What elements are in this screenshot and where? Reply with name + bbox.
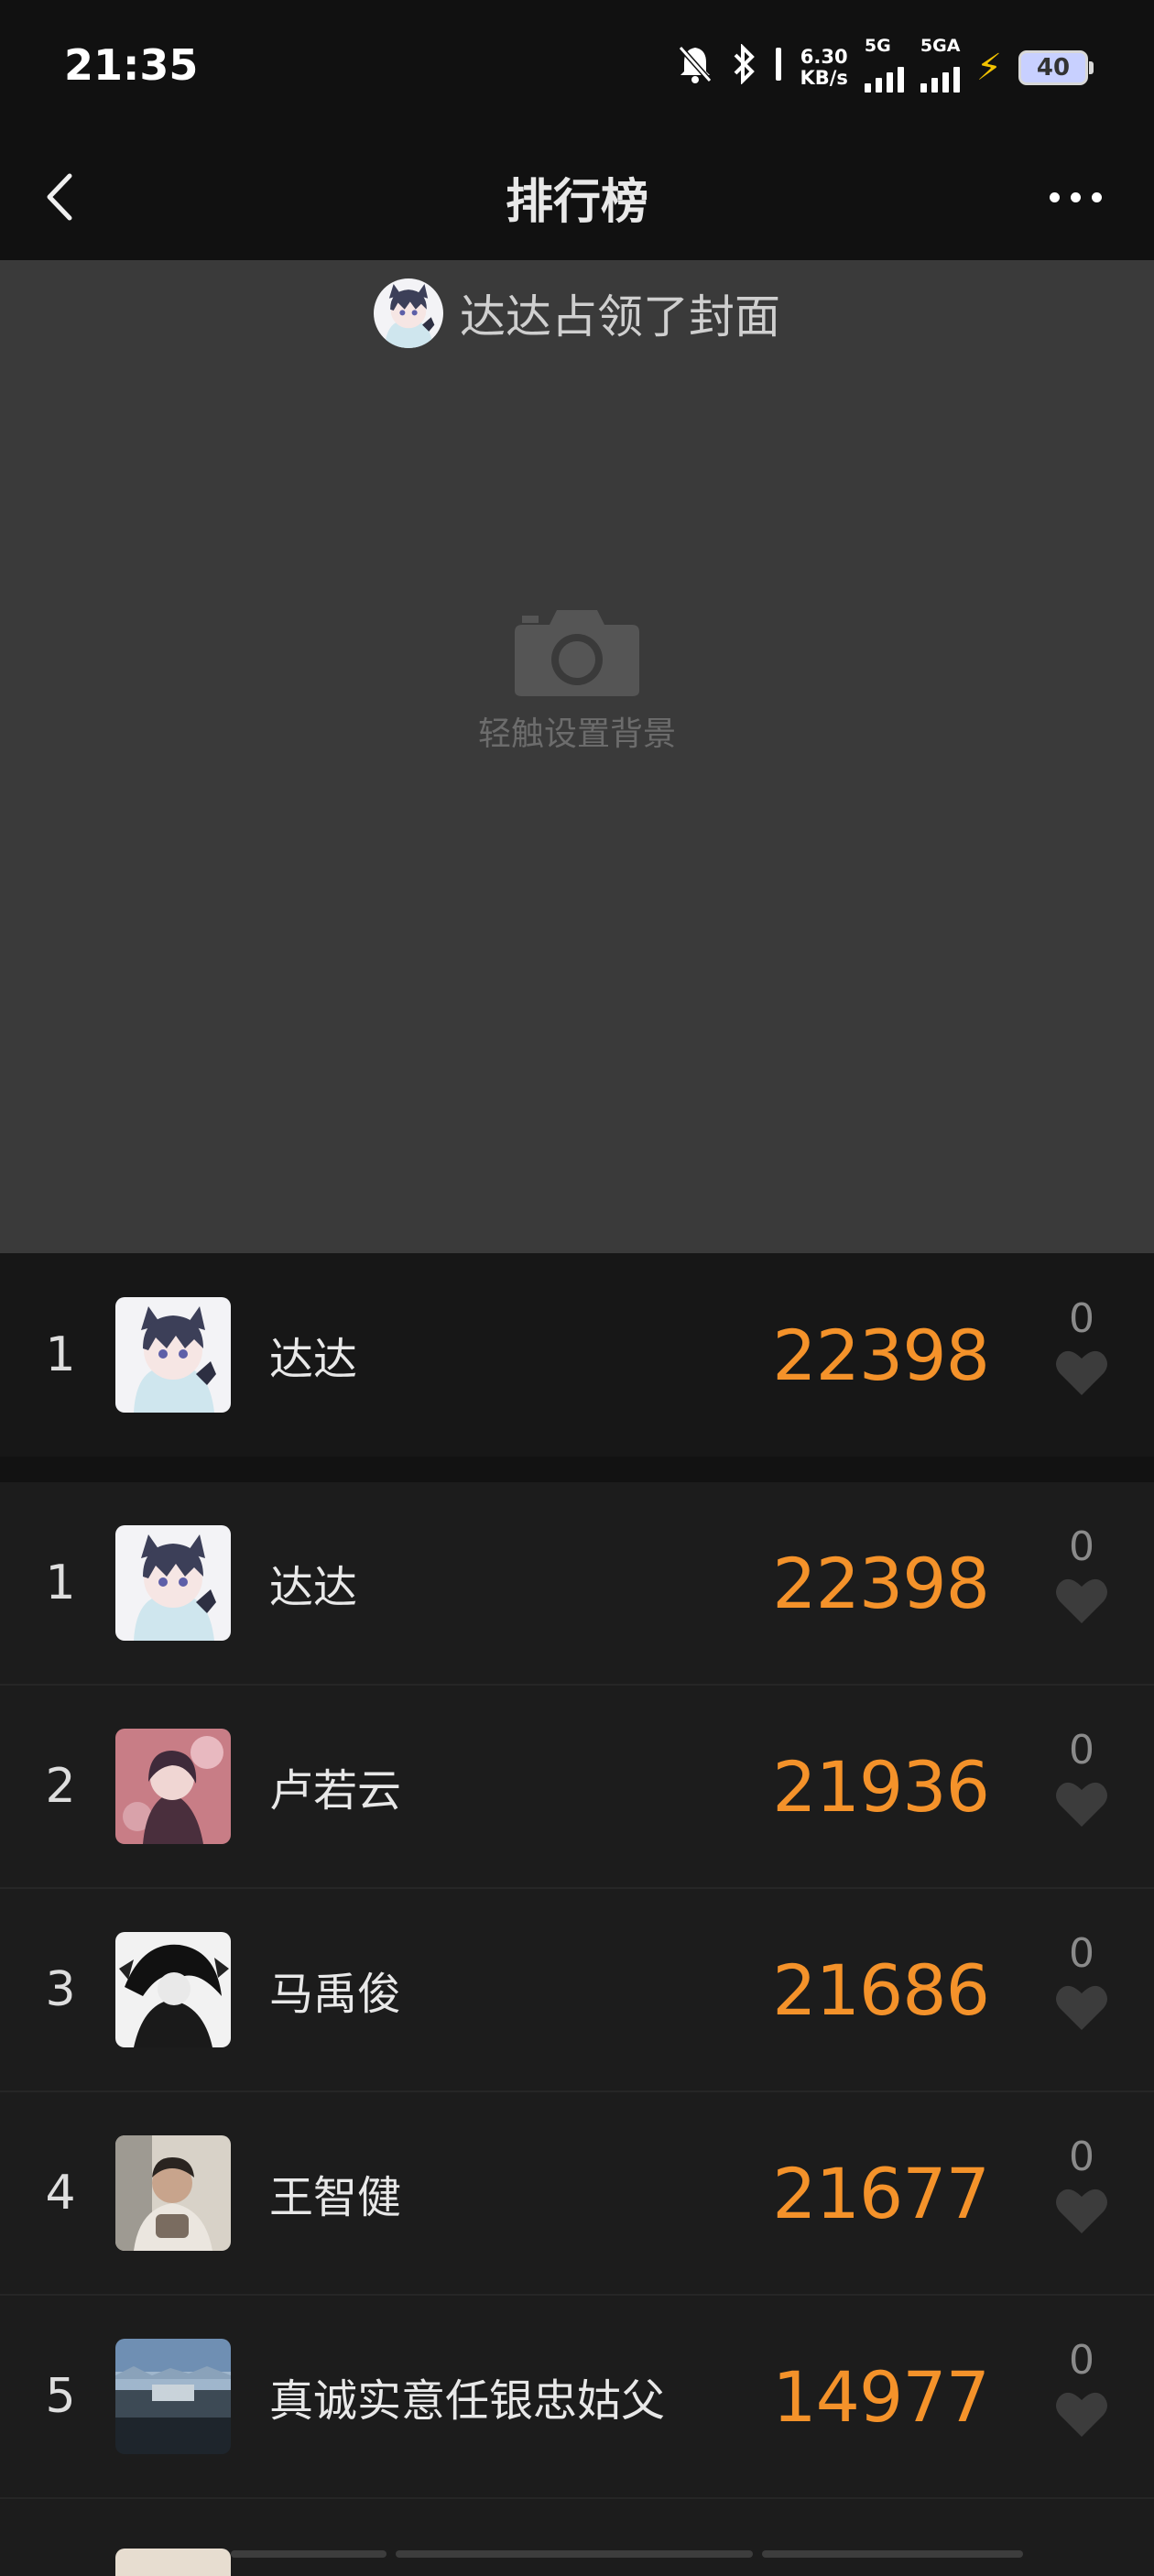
more-options-button[interactable] <box>1029 165 1121 229</box>
list-item-partial[interactable] <box>0 2499 1154 2576</box>
battery-level: 40 <box>1036 54 1071 82</box>
battery-icon: 40 <box>1018 50 1094 85</box>
user-name: 真诚实意任银忠姑父 <box>269 2375 666 2427</box>
like-count: 0 <box>1069 1295 1094 1342</box>
sim1-label: 5G <box>864 36 891 56</box>
scroll-indicator <box>231 2550 1023 2558</box>
avatar[interactable] <box>115 2135 231 2251</box>
net-speed-unit: KB/s <box>800 67 848 89</box>
cover-owner-avatar <box>374 278 443 348</box>
heart-icon <box>1056 2189 1107 2233</box>
like-button[interactable]: 0 <box>1050 1931 1114 2050</box>
section-divider <box>0 1457 1154 1482</box>
avatar[interactable] <box>115 1525 231 1641</box>
like-count: 0 <box>1069 1523 1094 1570</box>
vibrate-bar-icon <box>774 44 783 93</box>
step-count: 21686 <box>772 1948 990 2031</box>
rank-number: 5 <box>45 2369 76 2424</box>
rank-number: 1 <box>45 1555 76 1610</box>
status-time: 21:35 <box>64 40 199 90</box>
avatar[interactable] <box>115 1932 231 2047</box>
like-button[interactable]: 0 <box>1050 2338 1114 2457</box>
like-count: 0 <box>1069 2337 1094 2384</box>
cover-area[interactable]: 达达占领了封面 轻触设置背景 <box>0 260 1154 1253</box>
heart-icon <box>1056 1985 1107 2030</box>
more-dot-icon <box>1091 191 1102 202</box>
heart-icon <box>1056 1578 1107 1623</box>
step-count: 21677 <box>772 2152 990 2234</box>
status-bar: 21:35 6.30 KB/s 5G 5GA ⚡ 40 <box>0 0 1154 137</box>
list-item[interactable]: 1 达达 22398 0 <box>0 1482 1154 1686</box>
heart-icon <box>1056 1350 1107 1395</box>
user-name: 卢若云 <box>269 1765 402 1817</box>
nav-bar: 排行榜 <box>0 137 1154 260</box>
set-background-button[interactable]: 轻触设置背景 <box>0 599 1154 755</box>
camera-icon <box>515 610 639 696</box>
step-count: 21936 <box>772 1745 990 1828</box>
set-background-label: 轻触设置背景 <box>477 715 676 753</box>
signal-sim2-icon: 5GA <box>920 36 960 93</box>
like-button[interactable]: 0 <box>1050 1524 1114 1643</box>
list-item[interactable]: 4 王智健 21677 0 <box>0 2092 1154 2296</box>
like-count: 0 <box>1069 1727 1094 1774</box>
status-icons: 6.30 KB/s 5G 5GA ⚡ 40 <box>677 36 1094 95</box>
like-count: 0 <box>1069 1930 1094 1977</box>
user-name: 达达 <box>269 1562 358 1613</box>
step-count: 22398 <box>772 1314 990 1396</box>
rank-number: 2 <box>45 1759 76 1814</box>
heart-icon <box>1056 2392 1107 2437</box>
list-item[interactable]: 5 真诚实意任银忠姑父 14977 0 <box>0 2296 1154 2499</box>
page-title: 排行榜 <box>505 175 648 230</box>
net-speed: 6.30 KB/s <box>800 47 847 89</box>
charging-bolt-icon: ⚡ <box>975 47 1002 89</box>
like-button[interactable]: 0 <box>1050 1728 1114 1847</box>
like-count: 0 <box>1069 2134 1094 2180</box>
ranking-list: 1 达达 22398 0 2 卢若云 21936 0 3 马禹俊 21686 0… <box>0 1482 1154 2499</box>
step-count: 14977 <box>772 2355 990 2438</box>
more-dot-icon <box>1070 191 1081 202</box>
heart-icon <box>1056 1782 1107 1827</box>
list-item[interactable]: 2 卢若云 21936 0 <box>0 1686 1154 1889</box>
net-speed-value: 6.30 <box>800 46 848 68</box>
more-dot-icon <box>1049 191 1060 202</box>
user-name: 王智健 <box>269 2172 402 2223</box>
signal-sim1-icon: 5G <box>864 36 904 93</box>
avatar[interactable] <box>115 2549 231 2576</box>
rank-number: 3 <box>45 1962 76 2017</box>
step-count: 22398 <box>772 1542 990 1624</box>
list-item[interactable]: 3 马禹俊 21686 0 <box>0 1889 1154 2092</box>
avatar[interactable] <box>115 1729 231 1844</box>
like-button[interactable]: 0 <box>1050 2134 1114 2254</box>
cover-owner-text: 达达占领了封面 <box>460 290 780 344</box>
rank-number: 1 <box>45 1327 76 1382</box>
like-button[interactable]: 0 <box>1050 1296 1114 1415</box>
cover-owner: 达达占领了封面 <box>0 278 1154 348</box>
user-name: 马禹俊 <box>269 1969 402 2020</box>
user-name: 达达 <box>269 1334 358 1385</box>
bluetooth-icon <box>730 42 757 93</box>
my-rank-row[interactable]: 1 达达 22398 0 <box>0 1253 1154 1457</box>
bell-muted-icon <box>677 44 713 93</box>
sim2-label: 5GA <box>920 36 961 56</box>
avatar[interactable] <box>115 2339 231 2454</box>
rank-number: 4 <box>45 2166 76 2221</box>
avatar[interactable] <box>115 1297 231 1413</box>
